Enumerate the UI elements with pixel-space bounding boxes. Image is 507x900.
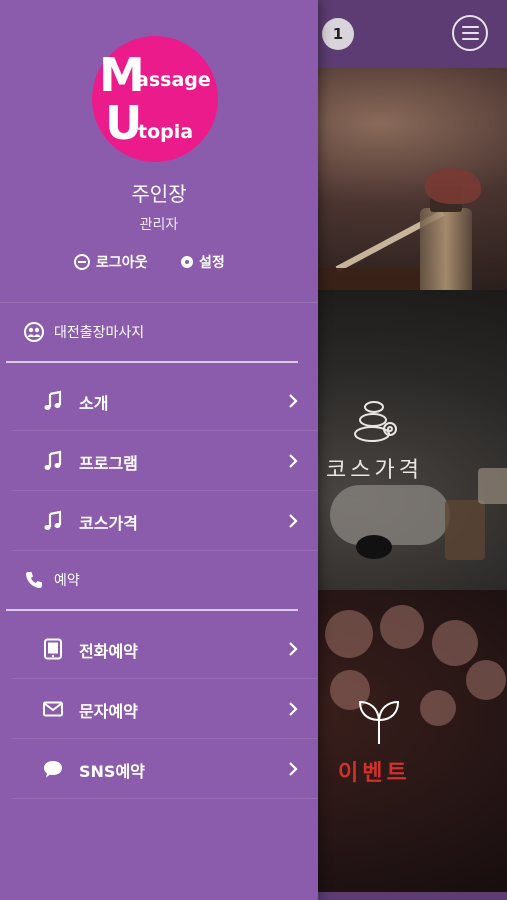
chevron-right-icon xyxy=(289,642,298,656)
music-note-icon xyxy=(44,390,62,410)
chevron-right-icon xyxy=(289,702,298,716)
chevron-right-icon xyxy=(289,394,298,408)
music-note-icon xyxy=(44,510,62,530)
course-price-title: 코스가격 xyxy=(326,458,423,483)
event-title: 이벤트 xyxy=(338,761,411,786)
menu-item-program[interactable]: 프로그램 xyxy=(12,431,318,491)
gear-icon xyxy=(181,256,193,268)
menu-item-label: SNS예약 xyxy=(79,762,145,781)
hamburger-menu-icon[interactable] xyxy=(452,15,488,51)
logo-text-assage: assage xyxy=(136,69,211,91)
logout-icon xyxy=(74,254,90,270)
section-divider xyxy=(6,361,298,363)
settings-label: 설정 xyxy=(199,255,225,271)
navigation-drawer: M assage U topia 주인장 관리자 로그아웃 설정 대전출장마사지… xyxy=(0,0,318,900)
tablet-icon xyxy=(44,638,62,660)
menu-item-label: 소개 xyxy=(79,394,109,413)
menu-item-label: 전화예약 xyxy=(79,642,138,661)
section-divider xyxy=(6,609,298,611)
logout-label: 로그아웃 xyxy=(96,255,148,271)
section-header-reservation: 예약 xyxy=(24,570,80,590)
user-role: 관리자 xyxy=(139,217,179,233)
menu-item-label: 프로그램 xyxy=(79,454,138,473)
envelope-icon xyxy=(43,701,63,717)
sprout-icon xyxy=(358,700,400,744)
divider xyxy=(0,302,318,303)
section-label: 대전출장마사지 xyxy=(54,325,145,341)
section-header-main: 대전출장마사지 xyxy=(24,322,144,342)
massage-utopia-logo: M assage U topia xyxy=(92,36,218,162)
user-name: 주인장 xyxy=(131,182,187,206)
menu-item-phone-reservation[interactable]: 전화예약 xyxy=(12,619,318,679)
notification-badge[interactable]: 1 xyxy=(322,18,354,50)
section-label: 예약 xyxy=(54,573,80,589)
chevron-right-icon xyxy=(289,514,298,528)
logo-text-topia: topia xyxy=(138,121,194,143)
menu-item-course-price[interactable]: 코스가격 xyxy=(12,491,318,551)
menu-item-label: 코스가격 xyxy=(79,514,138,533)
spa-stones-icon xyxy=(354,401,397,442)
logout-button[interactable]: 로그아웃 xyxy=(74,252,148,272)
menu-item-sns-reservation[interactable]: SNS예약 xyxy=(12,739,318,799)
logo-letter-u: U xyxy=(105,96,143,150)
users-icon xyxy=(24,322,44,342)
chat-bubble-icon xyxy=(44,761,62,778)
chevron-right-icon xyxy=(289,762,298,776)
menu-item-label: 문자예약 xyxy=(79,702,138,721)
chevron-right-icon xyxy=(289,454,298,468)
menu-item-sms-reservation[interactable]: 문자예약 xyxy=(12,679,318,739)
menu-item-intro[interactable]: 소개 xyxy=(12,371,318,431)
settings-button[interactable]: 설정 xyxy=(181,252,225,272)
phone-icon xyxy=(26,572,42,588)
music-note-icon xyxy=(44,450,62,470)
